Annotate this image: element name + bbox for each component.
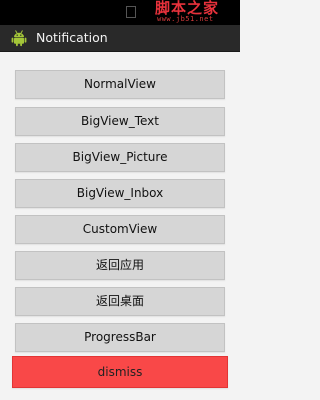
watermark-logo: 脚本之家 www.jb51.net	[155, 1, 239, 24]
dismiss-button[interactable]: dismiss	[12, 356, 228, 388]
customview-button[interactable]: CustomView	[15, 215, 225, 244]
normalview-button[interactable]: NormalView	[15, 70, 225, 99]
watermark-main-text: 脚本之家	[155, 0, 220, 17]
bigview-inbox-button[interactable]: BigView_Inbox	[15, 179, 225, 208]
status-icon	[126, 6, 136, 18]
back-to-desktop-button[interactable]: 返回桌面	[15, 287, 225, 316]
app-title: Notification	[36, 30, 108, 45]
android-robot-icon	[11, 30, 27, 47]
watermark-sub-text: www.jb51.net	[157, 15, 214, 23]
status-bar: 脚本之家 www.jb51.net	[0, 0, 240, 25]
back-to-app-button[interactable]: 返回应用	[15, 251, 225, 280]
action-bar: Notification	[0, 25, 240, 52]
progressbar-button[interactable]: ProgressBar	[15, 323, 225, 352]
bigview-text-button[interactable]: BigView_Text	[15, 107, 225, 136]
bigview-picture-button[interactable]: BigView_Picture	[15, 143, 225, 172]
